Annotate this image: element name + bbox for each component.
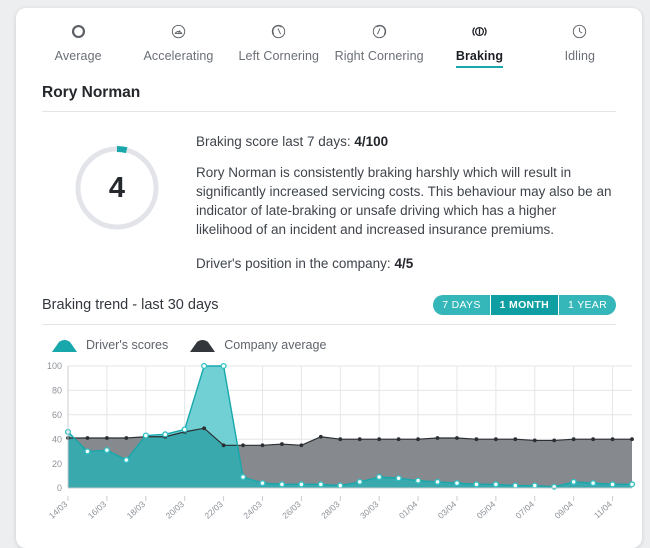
svg-text:80: 80 (52, 386, 62, 396)
range-option-1-month[interactable]: 1 MONTH (490, 295, 560, 315)
score-line: Braking score last 7 days: 4/100 (196, 134, 616, 149)
clock-icon (571, 18, 588, 44)
tab-left-cornering[interactable]: Left Cornering (229, 18, 329, 70)
tab-label: Accelerating (143, 49, 214, 63)
tab-label: Right Cornering (334, 49, 424, 63)
legend-label: Company average (224, 338, 327, 352)
range-option-7-days[interactable]: 7 DAYS (433, 295, 491, 315)
svg-text:20: 20 (52, 459, 62, 469)
svg-text:09/04: 09/04 (552, 499, 575, 521)
tab-accelerating[interactable]: Accelerating (128, 18, 228, 70)
svg-text:60: 60 (52, 410, 62, 420)
tab-label: Braking (455, 49, 504, 68)
svg-text:40: 40 (52, 434, 62, 444)
accelerating-gauge-icon (170, 18, 187, 44)
behaviour-description: Rory Norman is consistently braking hars… (196, 165, 612, 237)
position-label: Driver's position in the company: (196, 256, 391, 271)
range-selector: 7 DAYS 1 MONTH 1 YEAR (433, 295, 616, 315)
svg-text:05/04: 05/04 (475, 499, 498, 521)
svg-text:11/04: 11/04 (592, 499, 614, 520)
svg-text:22/03: 22/03 (202, 499, 225, 521)
svg-text:30/03: 30/03 (358, 499, 381, 521)
braking-trend-chart: 0 20 40 60 80 100 14/03 16/03 18/03 20/03 22/03 24… (16, 358, 642, 540)
legend-item-driver: Driver's scores (52, 338, 168, 352)
range-option-1-year[interactable]: 1 YEAR (559, 295, 616, 315)
driver-behaviour-card: Average Accelerating Left Cornering Righ… (16, 8, 642, 548)
svg-text:28/03: 28/03 (319, 499, 342, 521)
ring-icon (70, 18, 87, 44)
svg-text:100: 100 (47, 361, 62, 371)
tab-right-cornering[interactable]: Right Cornering (329, 18, 429, 70)
chart-legend: Driver's scores Company average (16, 325, 642, 352)
svg-text:18/03: 18/03 (125, 499, 148, 521)
gauge-container: 4 (42, 134, 192, 271)
position-value: 4/5 (394, 256, 414, 271)
score-label: Braking score last 7 days: (196, 134, 351, 149)
svg-text:24/03: 24/03 (241, 499, 264, 521)
svg-text:26/03: 26/03 (280, 499, 303, 521)
braking-disc-icon (470, 18, 489, 44)
driver-header: Rory Norman (16, 70, 642, 112)
score-summary: 4 Braking score last 7 days: 4/100 Rory … (16, 112, 642, 271)
legend-item-company: Company average (190, 338, 326, 352)
svg-text:01/04: 01/04 (397, 499, 420, 521)
svg-text:14/03: 14/03 (47, 499, 70, 521)
left-cornering-icon (270, 18, 287, 44)
tab-braking[interactable]: Braking (429, 18, 529, 70)
teal-area-swatch (52, 339, 77, 352)
right-cornering-icon (371, 18, 388, 44)
svg-text:0: 0 (57, 483, 62, 493)
braking-score-gauge: 4 (71, 142, 163, 234)
gray-area-swatch (190, 339, 216, 352)
tab-idling[interactable]: Idling (530, 18, 630, 70)
page-title: Rory Norman (42, 84, 141, 101)
trend-title: Braking trend - last 30 days (42, 297, 219, 313)
metric-tabs: Average Accelerating Left Cornering Righ… (16, 8, 642, 70)
svg-text:07/04: 07/04 (514, 499, 537, 521)
svg-text:16/03: 16/03 (86, 499, 109, 521)
tab-label: Average (54, 49, 102, 63)
tab-average[interactable]: Average (28, 18, 128, 70)
tab-label: Idling (564, 49, 596, 63)
score-value: 4/100 (354, 134, 389, 149)
position-line: Driver's position in the company: 4/5 (196, 256, 616, 271)
tab-label: Left Cornering (238, 49, 320, 63)
summary-text: Braking score last 7 days: 4/100 Rory No… (192, 134, 616, 271)
svg-text:20/03: 20/03 (164, 499, 187, 521)
gauge-value: 4 (108, 171, 126, 204)
svg-text:03/04: 03/04 (436, 499, 459, 521)
legend-label: Driver's scores (86, 338, 169, 352)
trend-header: Braking trend - last 30 days 7 DAYS 1 MO… (42, 295, 616, 324)
